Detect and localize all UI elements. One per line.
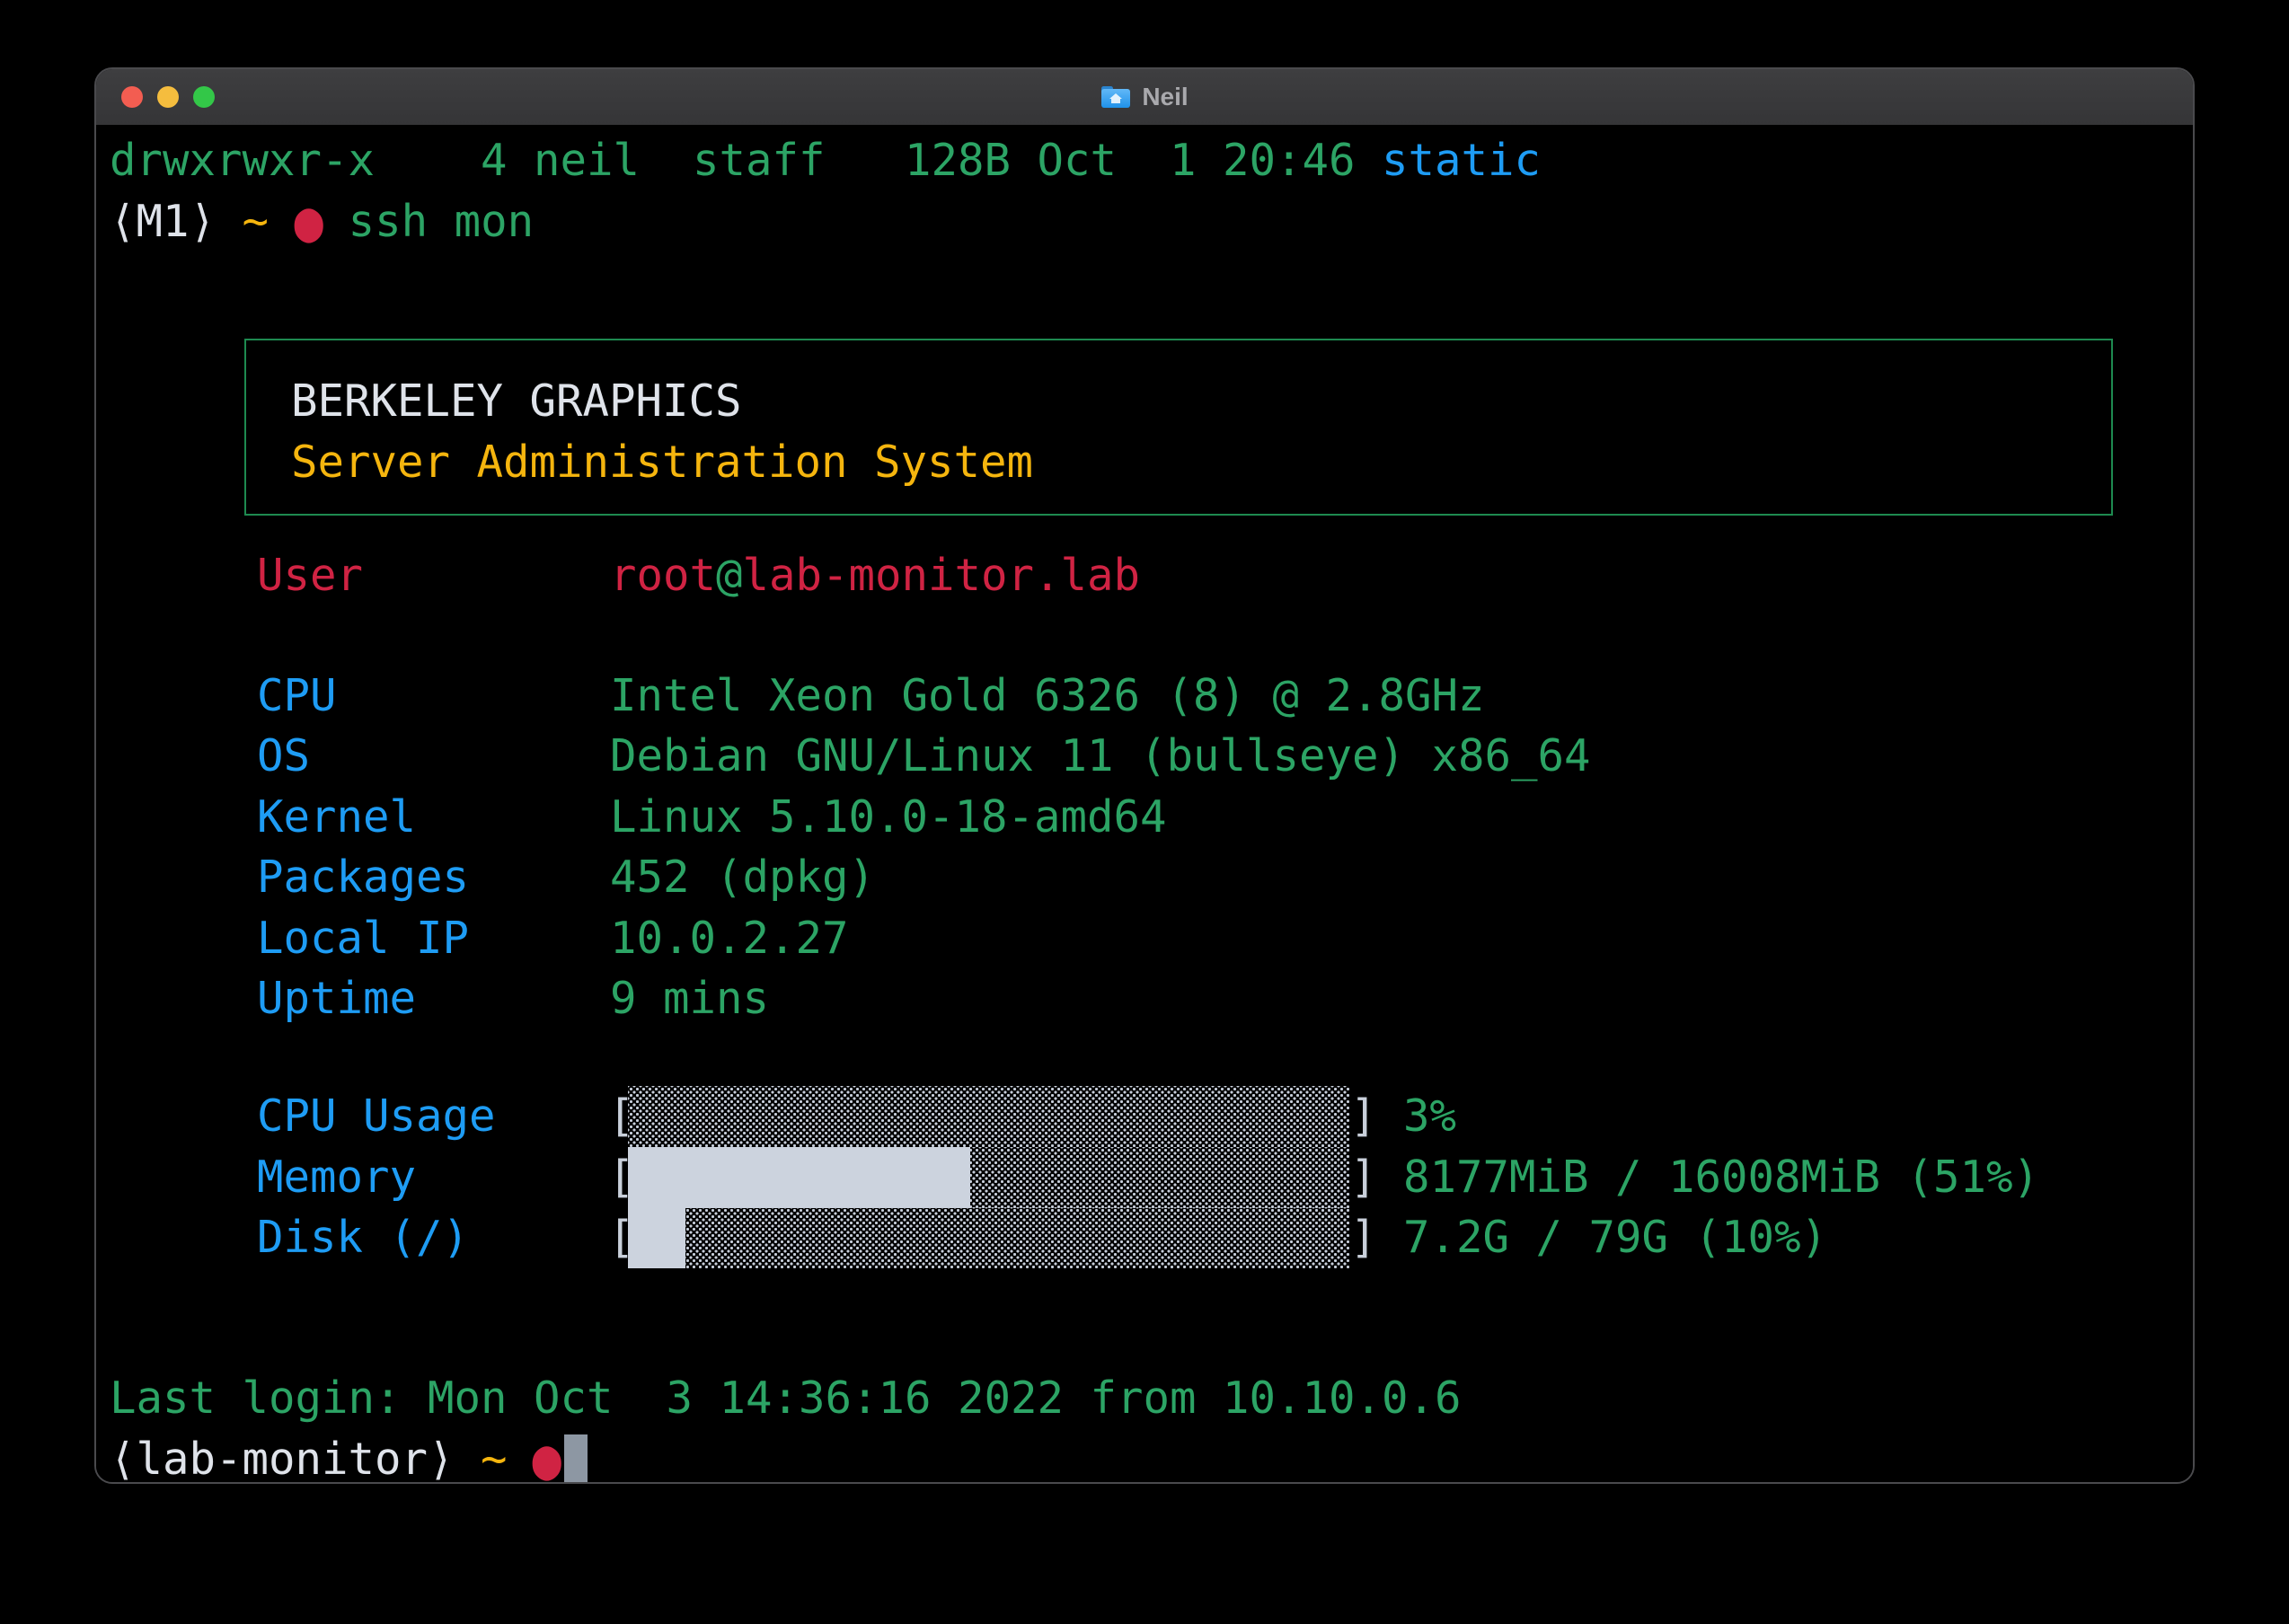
user-row: User root@lab-monitor.lab [96,545,2193,606]
prompt-line-m1: ⟨M1⟩ ~ ● ssh mon [110,188,535,254]
prompt-status-dot: ● [532,1425,562,1484]
home-folder-icon [1100,84,1131,110]
info-value: Debian GNU/Linux 11 (bullseye) x86_64 [610,730,1591,781]
prompt-line-lab-monitor: ⟨lab-monitor⟩ ~ ● [110,1425,588,1484]
prompt-host: ⟨M1⟩ [110,196,217,247]
info-label: CPU [257,670,337,721]
info-label: OS [257,730,311,781]
banner-box: BERKELEY GRAPHICS Server Administration … [244,339,2113,516]
info-value: 10.0.2.27 [610,913,849,964]
window-titlebar[interactable]: Neil [96,69,2193,125]
info-row-packages: Packages 452 (dpkg) [96,847,2193,908]
info-row-os: OS Debian GNU/Linux 11 (bullseye) x86_64 [96,726,2193,787]
terminal-body[interactable]: drwxrwxr-x 4 neil staff 128B Oct 1 20:46… [96,125,2193,1482]
info-value: Linux 5.10.0-18-amd64 [610,791,1167,843]
ls-output-line: drwxrwxr-x 4 neil staff 128B Oct 1 20:46… [110,130,1541,191]
user-value: root@lab-monitor.lab [610,550,1141,601]
info-label: Uptime [257,973,417,1024]
user-label: User [257,550,364,601]
bar-bracket-close: ] [1350,1090,1377,1142]
info-value: Intel Xeon Gold 6326 (8) @ 2.8GHz [610,670,1485,721]
info-label: Local IP [257,913,470,964]
bar-row-disk: Disk (/) [ ] 7.2G / 79G (10%) [96,1207,2193,1268]
memory-bar [628,1146,1349,1208]
bar-bracket-close: ] [1350,1151,1377,1203]
disk-bar-fill [628,1207,686,1268]
prompt-host: ⟨lab-monitor⟩ [110,1434,455,1484]
prompt-tilde: ~ [481,1434,508,1484]
info-value: 9 mins [610,973,770,1024]
minimize-button[interactable] [157,86,179,108]
text-cursor[interactable] [563,1434,588,1482]
info-label: Packages [257,852,470,903]
info-row-kernel: Kernel Linux 5.10.0-18-amd64 [96,787,2193,848]
last-login-line: Last login: Mon Oct 3 14:36:16 2022 from… [110,1372,1462,1424]
terminal-window: Neil drwxrwxr-x 4 neil staff 128B Oct 1 … [94,67,2195,1484]
ls-directory-name: static [1382,135,1542,186]
prompt-tilde: ~ [242,196,270,247]
bar-value: 7.2G / 79G (10%) [1403,1212,1828,1263]
close-button[interactable] [121,86,143,108]
info-row-uptime: Uptime 9 mins [96,968,2193,1029]
bar-value: 3% [1403,1090,1457,1142]
traffic-lights [121,69,215,125]
bar-label: Memory [257,1151,417,1203]
disk-bar [628,1207,1349,1268]
bar-label: Disk (/) [257,1212,470,1263]
cpu-usage-bar [628,1086,1349,1147]
zoom-button[interactable] [193,86,215,108]
bar-row-memory: Memory [ ] 8177MiB / 16008MiB (51%) [96,1146,2193,1208]
window-title: Neil [1142,83,1189,110]
banner-subtitle: Server Administration System [291,437,1034,488]
info-value: 452 (dpkg) [610,852,876,903]
bar-bracket-close: ] [1350,1212,1377,1263]
prompt-command: ssh mon [348,196,535,247]
bar-value: 8177MiB / 16008MiB (51%) [1403,1151,2040,1203]
info-row-local-ip: Local IP 10.0.2.27 [96,908,2193,969]
memory-bar-fill [628,1146,971,1208]
bar-label: CPU Usage [257,1090,496,1142]
prompt-status-dot: ● [294,188,323,255]
info-row-cpu: CPU Intel Xeon Gold 6326 (8) @ 2.8GHz [96,666,2193,727]
banner-title: BERKELEY GRAPHICS [291,375,742,427]
at-sign: @ [716,550,743,601]
info-label: Kernel [257,791,417,843]
bar-row-cpu-usage: CPU Usage [ ] 3% [96,1086,2193,1147]
